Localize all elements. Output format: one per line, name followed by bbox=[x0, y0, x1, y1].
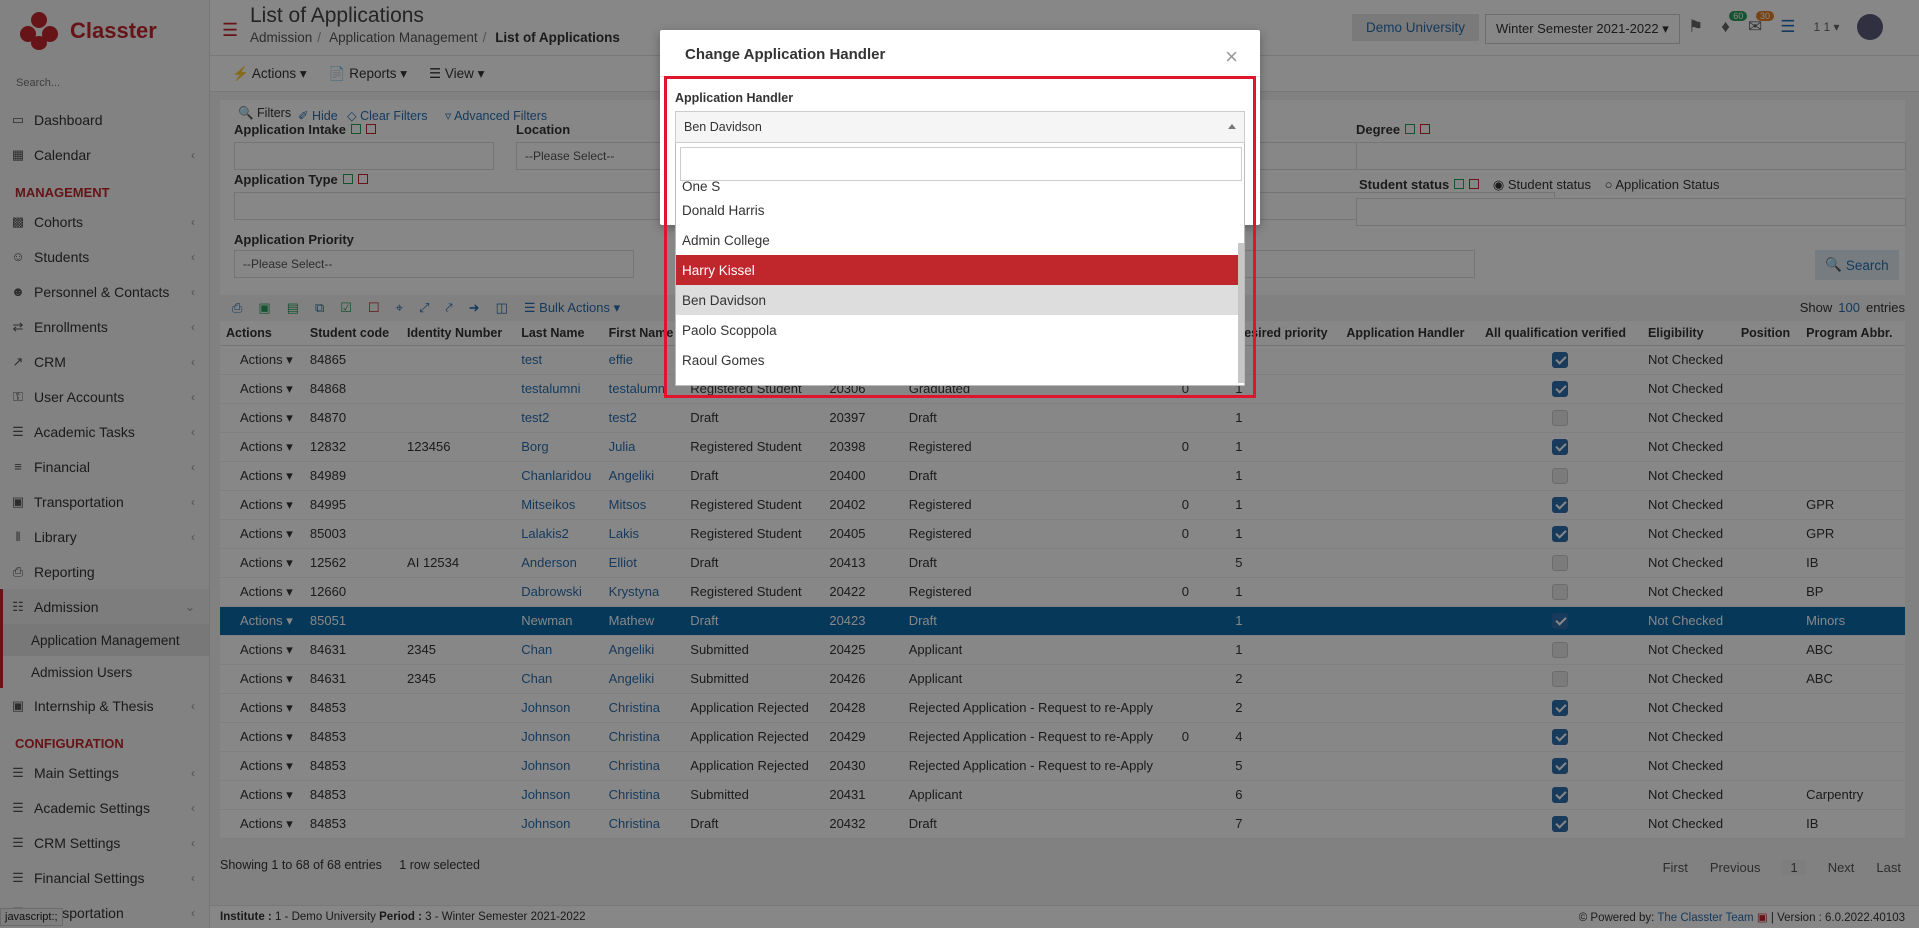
dropdown-option[interactable]: One S bbox=[676, 177, 1240, 195]
dropdown-option[interactable]: Paolo Scoppola bbox=[676, 315, 1240, 345]
dropdown-option[interactable]: Admin College bbox=[676, 225, 1240, 255]
handler-dropdown: One S Donald Harris Admin College Harry Kis… bbox=[675, 143, 1245, 386]
dropdown-option[interactable]: Donald Harris bbox=[676, 195, 1240, 225]
caret-up-icon bbox=[1228, 124, 1236, 129]
dropdown-options: One S Donald Harris Admin College Harry Kis… bbox=[676, 179, 1240, 375]
dropdown-option[interactable]: Raoul Gomes bbox=[676, 345, 1240, 375]
modal-title: Change Application Handler bbox=[685, 46, 886, 63]
selected-handler: Ben Davidson bbox=[684, 120, 762, 134]
dropdown-option[interactable]: Harry Kissel bbox=[676, 255, 1240, 285]
application-handler-select[interactable]: Ben Davidson bbox=[675, 111, 1245, 143]
dropdown-option[interactable]: Ben Davidson bbox=[676, 285, 1240, 315]
dropdown-scrollbar[interactable] bbox=[1238, 243, 1244, 383]
dropdown-search-input[interactable] bbox=[680, 147, 1242, 181]
application-handler-label: Application Handler bbox=[675, 91, 794, 105]
close-icon[interactable]: × bbox=[1225, 44, 1238, 70]
